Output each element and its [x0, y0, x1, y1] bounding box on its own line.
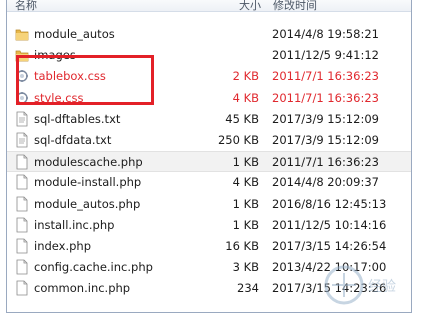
file-row[interactable]: module_autos.php 1 KB 2016/8/16 12:45:13 — [7, 194, 411, 215]
file-modified-date: 2017/3/9 15:12:09 — [272, 133, 379, 147]
file-size: 4 KB — [232, 90, 259, 105]
php-file-icon — [15, 259, 29, 275]
file-size: 1 KB — [232, 217, 259, 232]
svg-text:经验: 经验 — [368, 279, 396, 295]
file-name: module_autos.php — [34, 196, 141, 211]
file-name: sql-dftables.txt — [34, 111, 121, 126]
file-modified-date: 2014/4/8 20:09:37 — [272, 175, 379, 190]
file-size: 4 KB — [232, 175, 259, 190]
file-name: install.inc.php — [34, 217, 115, 232]
file-size: 1 KB — [232, 196, 259, 211]
column-name-header[interactable]: 名称 — [15, 0, 37, 13]
file-size: 16 KB — [225, 239, 259, 253]
file-row[interactable]: module-install.php 4 KB 2014/4/8 20:09:37 — [7, 172, 411, 193]
file-name: sql-dfdata.txt — [34, 133, 112, 147]
text-file-icon — [15, 111, 29, 127]
file-name: modulescache.php — [34, 155, 143, 170]
file-size: 3 KB — [232, 260, 259, 275]
file-size: 2 KB — [232, 69, 259, 84]
file-modified-date: 2011/7/1 16:36:23 — [272, 155, 379, 170]
watermark-logo: 经验 — [324, 265, 396, 305]
file-name: module_autos — [34, 27, 115, 41]
file-name: config.cache.inc.php — [34, 260, 153, 275]
file-row[interactable]: install.inc.php 1 KB 2011/12/5 10:14:16 — [7, 215, 411, 236]
file-modified-date: 2011/12/5 9:41:12 — [272, 48, 379, 63]
file-size: 234 — [237, 281, 259, 296]
file-modified-date: 2011/7/1 16:36:23 — [272, 90, 379, 105]
highlight-box — [16, 55, 154, 105]
file-modified-date: 2011/12/5 10:14:16 — [272, 217, 387, 232]
file-modified-date: 2017/3/9 15:12:09 — [272, 111, 379, 126]
file-modified-date: 2016/8/16 12:45:13 — [272, 196, 387, 211]
column-header: 名称 大小 修改时间 — [7, 0, 411, 12]
file-modified-date: 2014/4/8 19:58:21 — [272, 27, 379, 41]
php-file-icon — [15, 217, 29, 233]
file-size: 45 KB — [225, 111, 259, 126]
file-modified-date: 2017/3/15 14:26:54 — [272, 239, 387, 253]
text-file-icon — [15, 132, 29, 148]
file-row[interactable]: module_autos 2014/4/8 19:58:21 — [7, 24, 411, 45]
php-file-icon — [15, 238, 29, 254]
file-name: module-install.php — [34, 175, 142, 190]
file-name: index.php — [34, 239, 92, 253]
php-file-icon — [15, 174, 29, 190]
file-row[interactable]: index.php 16 KB 2017/3/15 14:26:54 — [7, 236, 411, 257]
file-list-view: 名称 大小 修改时间 module_autos 2014/4/8 19:58:21… — [6, 0, 412, 313]
file-row[interactable]: sql-dfdata.txt 250 KB 2017/3/9 15:12:09 — [7, 130, 411, 151]
php-file-icon — [15, 280, 29, 296]
file-row[interactable]: modulescache.php 1 KB 2011/7/1 16:36:23 — [7, 151, 411, 173]
php-file-icon — [15, 154, 29, 170]
column-size-header[interactable]: 大小 — [239, 0, 261, 13]
php-file-icon — [15, 196, 29, 212]
file-name: common.inc.php — [34, 281, 131, 296]
file-size: 250 KB — [217, 133, 259, 147]
file-size: 1 KB — [232, 155, 259, 170]
file-row[interactable]: sql-dftables.txt 45 KB 2017/3/9 15:12:09 — [7, 109, 411, 130]
file-modified-date: 2011/7/1 16:36:23 — [272, 69, 379, 84]
folder-icon — [15, 26, 29, 42]
screenshot-frame: 名称 大小 修改时间 module_autos 2014/4/8 19:58:21… — [0, 0, 423, 323]
column-modified-header[interactable]: 修改时间 — [273, 0, 317, 13]
